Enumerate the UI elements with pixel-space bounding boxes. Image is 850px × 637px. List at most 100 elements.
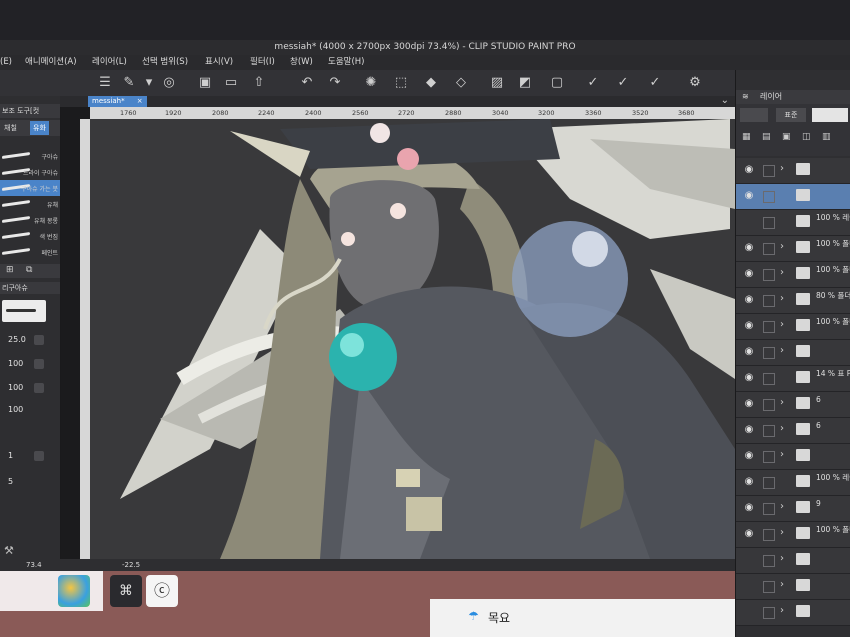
brush-item-paint[interactable]: 페인트 xyxy=(0,244,60,260)
chevron-right-icon[interactable]: › xyxy=(780,605,784,616)
menu-item-help[interactable]: 도움말(H) xyxy=(328,55,364,70)
marker-tool-icon[interactable]: ✓ xyxy=(646,74,664,92)
clip-studio-icon[interactable]: ◎ xyxy=(160,74,178,92)
eye-icon[interactable]: ◉ xyxy=(742,424,756,436)
add-icon[interactable]: ⊞ xyxy=(6,265,14,275)
chevron-right-icon[interactable]: › xyxy=(780,241,784,252)
layer-row[interactable]: ◉ › 100 % 폴더 xyxy=(736,236,850,262)
layer-checkbox[interactable] xyxy=(763,503,775,515)
layer-checkbox[interactable] xyxy=(763,217,775,229)
chevron-right-icon[interactable]: › xyxy=(780,527,784,538)
layer-checkbox[interactable] xyxy=(763,477,775,489)
chevron-right-icon[interactable]: › xyxy=(780,293,784,304)
save-icon[interactable]: ▣ xyxy=(196,74,214,92)
menu-item-selection[interactable]: 선택 범위(S) xyxy=(142,55,188,70)
redo-icon[interactable]: ↷ xyxy=(326,74,344,92)
dropdown-icon[interactable]: ▾ xyxy=(140,74,158,92)
layer-checkbox[interactable] xyxy=(763,269,775,281)
eye-icon[interactable]: ◉ xyxy=(742,528,756,540)
layer-row[interactable]: › xyxy=(736,548,850,574)
eye-icon[interactable] xyxy=(742,554,756,566)
param-stabilization[interactable]: 5 xyxy=(0,474,60,490)
menu-prev-fragment[interactable]: (E) xyxy=(0,55,12,70)
app-globe-icon[interactable] xyxy=(58,575,90,607)
brush-item-oil-blur[interactable]: 유채 몽롱 xyxy=(0,212,60,228)
eye-icon[interactable] xyxy=(742,580,756,592)
layer-checkbox[interactable] xyxy=(763,425,775,437)
tab-wet-paint[interactable]: 채칠 xyxy=(4,123,17,133)
param-blend[interactable]: 1 xyxy=(0,448,60,464)
layer-row[interactable]: ◉ › 6 xyxy=(736,418,850,444)
opacity-slider[interactable] xyxy=(812,108,848,122)
eraser-icon[interactable]: ◇ xyxy=(452,74,470,92)
layer-row[interactable]: ◉ 100 % 레이어 2 xyxy=(736,470,850,496)
loading-icon[interactable]: ✺ xyxy=(362,74,380,92)
app-window-icon[interactable]: ⌘ xyxy=(110,575,142,607)
param-brush-size[interactable]: 25.0 xyxy=(0,332,60,348)
clear-icon[interactable]: ▨ xyxy=(488,74,506,92)
layer-checkbox[interactable] xyxy=(763,191,775,203)
eye-icon[interactable]: ◉ xyxy=(742,320,756,332)
dynamics-icon[interactable] xyxy=(34,359,44,369)
brush-item-color-bleed[interactable]: 색 번짐 xyxy=(0,228,60,244)
new-layer-icon[interactable]: ▦ xyxy=(742,132,751,142)
eye-icon[interactable]: ◉ xyxy=(742,398,756,410)
chevron-right-icon[interactable]: › xyxy=(780,397,784,408)
open-folder-icon[interactable]: ▭ xyxy=(222,74,240,92)
layer-row[interactable]: › xyxy=(736,574,850,600)
menu-item-filter[interactable]: 필터(I) xyxy=(250,55,275,70)
brush-item-thin-gouache[interactable]: 구아슈 가는 붓 xyxy=(0,180,60,196)
brush-item-gouache[interactable]: 구아슈 xyxy=(0,148,60,164)
chevron-right-icon[interactable]: › xyxy=(780,501,784,512)
layer-row[interactable]: ◉ › 6 xyxy=(736,392,850,418)
clip-studio-taskbar-icon[interactable]: ⓒ xyxy=(146,575,178,607)
dynamics-icon[interactable] xyxy=(34,451,44,461)
layer-row[interactable]: 100 % 레이어 xyxy=(736,210,850,236)
layer-row[interactable]: ◉ › xyxy=(736,340,850,366)
layer-row[interactable]: ◉ › xyxy=(736,444,850,470)
chevron-right-icon[interactable]: › xyxy=(780,449,784,460)
layer-checkbox[interactable] xyxy=(763,555,775,567)
dynamics-icon[interactable] xyxy=(34,383,44,393)
pen-tool-icon[interactable]: ✓ xyxy=(584,74,602,92)
menu-icon[interactable]: ☰ xyxy=(96,74,114,92)
eye-icon[interactable]: ◉ xyxy=(742,346,756,358)
param-density[interactable]: 100 xyxy=(0,356,60,372)
eye-icon[interactable]: ◉ xyxy=(742,190,756,202)
tab-oil-paint[interactable]: 유화 xyxy=(30,121,49,135)
fill-icon[interactable]: ◆ xyxy=(422,74,440,92)
layer-row[interactable]: ◉ xyxy=(736,184,850,210)
chevron-right-icon[interactable]: › xyxy=(780,553,784,564)
eye-icon[interactable]: ◉ xyxy=(742,294,756,306)
layer-checkbox[interactable] xyxy=(763,321,775,333)
menu-item-animation[interactable]: 애니메이션(A) xyxy=(25,55,77,70)
menu-item-window[interactable]: 창(W) xyxy=(290,55,313,70)
clip-icon[interactable]: ▥ xyxy=(822,132,831,142)
eye-icon[interactable]: ◉ xyxy=(742,476,756,488)
rotation-value[interactable]: -22.5 xyxy=(122,559,140,571)
layer-color-swatch[interactable] xyxy=(740,108,768,122)
layer-row[interactable]: ◉ › 9 xyxy=(736,496,850,522)
chevron-right-icon[interactable]: › xyxy=(780,345,784,356)
new-file-icon[interactable]: ✎ xyxy=(120,74,138,92)
new-folder-icon[interactable]: ▤ xyxy=(762,132,771,142)
eye-icon[interactable]: ◉ xyxy=(742,164,756,176)
layer-checkbox[interactable] xyxy=(763,373,775,385)
dynamics-icon[interactable] xyxy=(34,335,44,345)
layer-checkbox[interactable] xyxy=(763,165,775,177)
chevron-right-icon[interactable]: › xyxy=(780,319,784,330)
layer-checkbox[interactable] xyxy=(763,529,775,541)
eye-icon[interactable]: ◉ xyxy=(742,372,756,384)
layer-row[interactable]: ◉ › 80 % 폴더 xyxy=(736,288,850,314)
eye-icon[interactable]: ◉ xyxy=(742,268,756,280)
layer-checkbox[interactable] xyxy=(763,581,775,593)
blend-mode-select[interactable]: 표준 xyxy=(776,108,806,122)
brush-item-oil[interactable]: 유채 xyxy=(0,196,60,212)
chevron-right-icon[interactable]: › xyxy=(780,163,784,174)
transform-icon[interactable]: ⬚ xyxy=(392,74,410,92)
layer-row[interactable]: ◉ › xyxy=(736,158,850,184)
eye-icon[interactable]: ◉ xyxy=(742,502,756,514)
layer-row[interactable]: › xyxy=(736,600,850,626)
brush-item-dry-gouache[interactable]: 드라이 구아슈 xyxy=(0,164,60,180)
eye-icon[interactable]: ◉ xyxy=(742,450,756,462)
